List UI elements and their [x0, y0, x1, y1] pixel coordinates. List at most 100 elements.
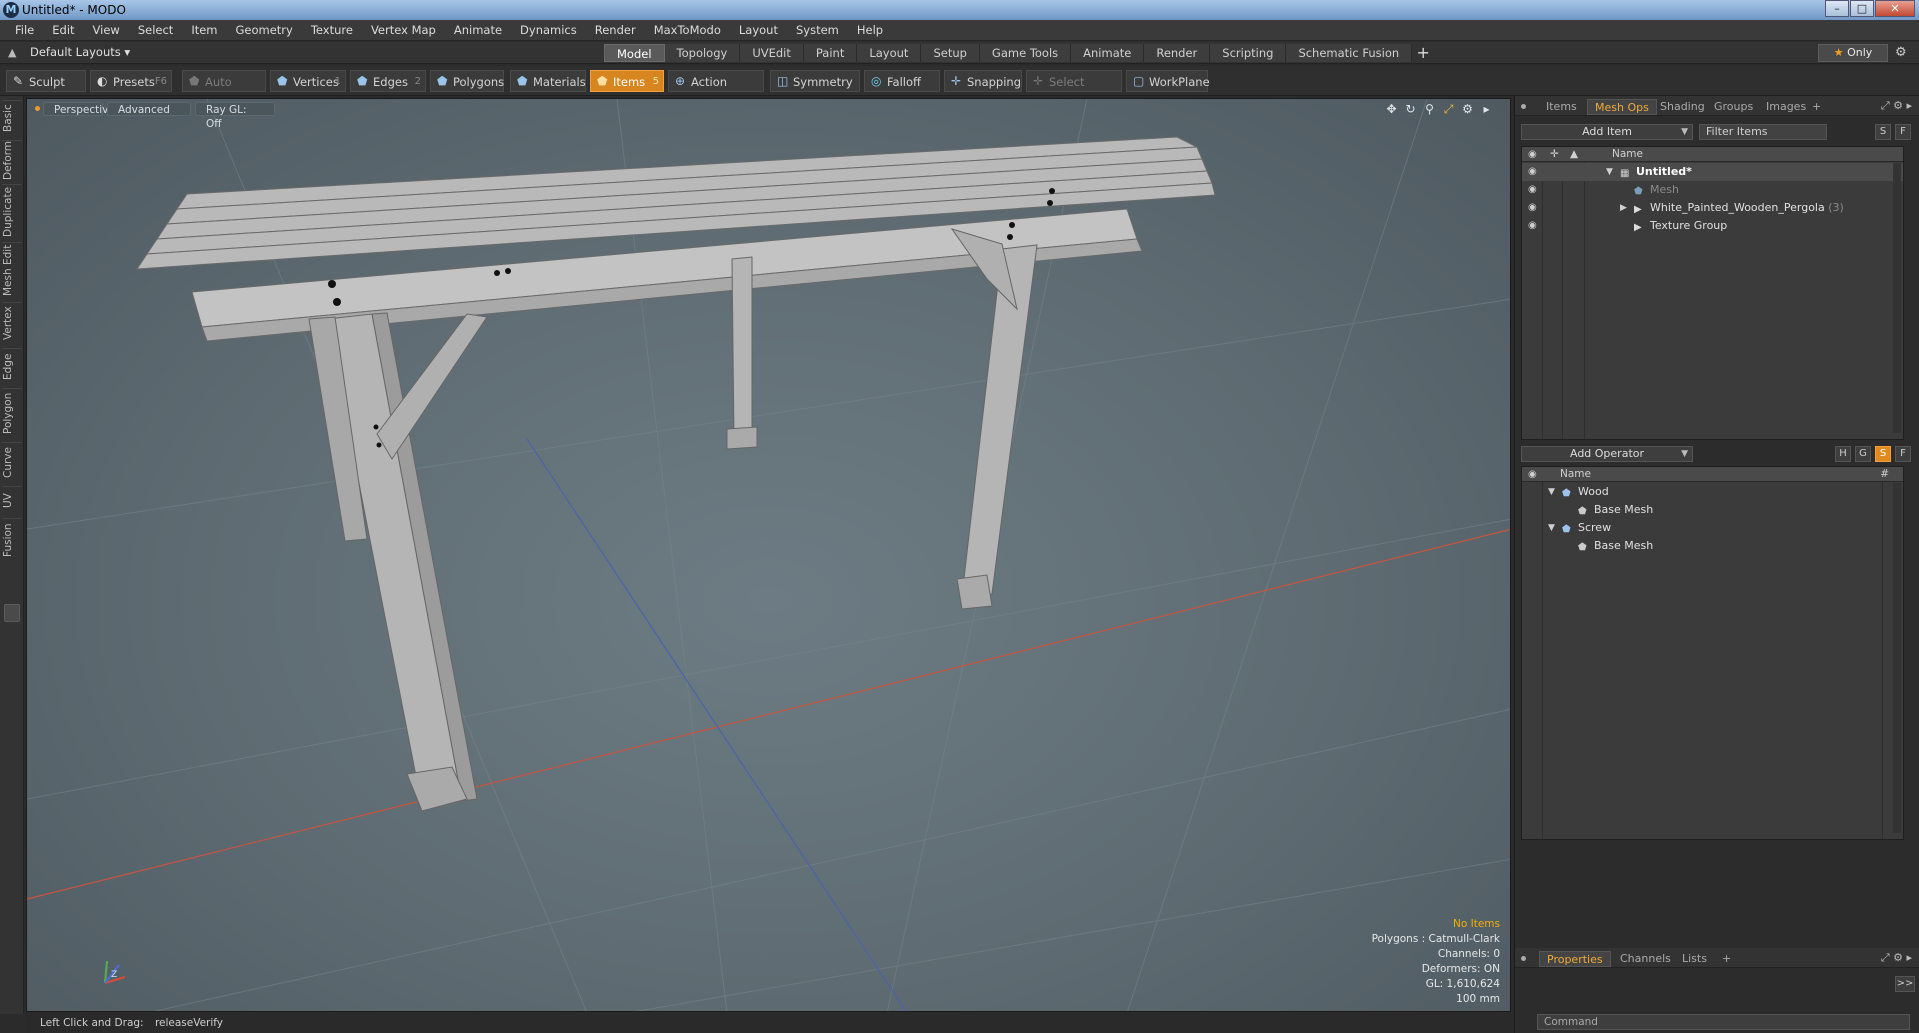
add-item-button[interactable]: Add Item ▼: [1521, 124, 1693, 140]
tab-animate[interactable]: Animate: [1071, 44, 1145, 62]
viewport-expand-icon[interactable]: ▸: [1477, 102, 1496, 116]
menu-maxtomodo[interactable]: MaxToModo: [645, 23, 730, 37]
auto-select-button[interactable]: ⬟ Auto Select: [182, 70, 266, 111]
tab-duplicate[interactable]: Duplicate: [2, 184, 22, 238]
add-panel-tab[interactable]: +: [1805, 99, 1828, 115]
command-input[interactable]: Command: [1537, 1014, 1910, 1030]
toolbox-toggle-button[interactable]: [4, 604, 20, 622]
menu-texture[interactable]: Texture: [302, 23, 362, 37]
add-tab-button[interactable]: +: [1412, 44, 1434, 62]
menu-render[interactable]: Render: [586, 23, 645, 37]
operator-wood-base-mesh[interactable]: ⬟ Base Mesh: [1522, 501, 1903, 519]
sculpt-button[interactable]: ✎ Sculpt: [6, 70, 86, 92]
snapping-button[interactable]: ✛ Snapping: [944, 70, 1022, 92]
only-button[interactable]: ★ Only: [1818, 44, 1888, 62]
collapse-triangle-icon[interactable]: ▶: [1620, 199, 1627, 217]
tab-curve[interactable]: Curve: [2, 442, 22, 482]
menu-item[interactable]: Item: [182, 23, 226, 37]
polygons-button[interactable]: ⬟ Polygons: [430, 70, 504, 92]
tab-basic[interactable]: Basic: [2, 100, 22, 136]
viewport-menu-dot[interactable]: [35, 106, 40, 111]
materials-button[interactable]: ⬟ Materials: [510, 70, 586, 92]
tab-layout[interactable]: Layout: [857, 44, 922, 62]
maximize-button[interactable]: □: [1850, 0, 1874, 17]
zoom-icon[interactable]: ⚲: [1420, 102, 1439, 116]
tab-properties[interactable]: Properties: [1539, 951, 1611, 967]
raygl-dropdown[interactable]: Ray GL: Off: [195, 102, 275, 130]
eye-icon[interactable]: ◉: [1528, 166, 1539, 177]
tab-paint[interactable]: Paint: [803, 44, 858, 62]
tab-items[interactable]: Items: [1539, 99, 1584, 115]
vertices-button[interactable]: ⬟ Vertices 1: [270, 70, 346, 92]
tab-polygon[interactable]: Polygon: [2, 388, 22, 438]
s-filter-button[interactable]: S: [1875, 124, 1891, 140]
s-button[interactable]: S: [1875, 446, 1891, 462]
tab-mesh-edit[interactable]: Mesh Edit: [2, 242, 22, 298]
symmetry-button[interactable]: ◫ Symmetry: [770, 70, 860, 92]
menu-geometry[interactable]: Geometry: [227, 23, 302, 37]
panel-menu-dot[interactable]: [1521, 104, 1526, 109]
perspective-dropdown[interactable]: Perspective: [43, 102, 115, 116]
menu-select[interactable]: Select: [129, 23, 182, 37]
edges-button[interactable]: ⬟ Edges 2: [350, 70, 426, 92]
f-filter-button[interactable]: F: [1895, 124, 1911, 140]
expand-triangle-icon[interactable]: ▼: [1606, 163, 1613, 181]
tab-uvedit[interactable]: UVEdit: [740, 44, 804, 62]
gear-icon[interactable]: ⚙: [1895, 45, 1907, 60]
h-button[interactable]: H: [1835, 446, 1851, 462]
tab-lists[interactable]: Lists: [1675, 951, 1714, 967]
tab-deform[interactable]: Deform: [2, 140, 22, 180]
f-button[interactable]: F: [1895, 446, 1911, 462]
menu-vertex-map[interactable]: Vertex Map: [362, 23, 445, 37]
tab-vertex[interactable]: Vertex: [2, 302, 22, 344]
pan-icon[interactable]: ✥: [1382, 102, 1401, 116]
tab-game-tools[interactable]: Game Tools: [979, 44, 1072, 62]
rotate-icon[interactable]: ↻: [1401, 102, 1420, 116]
fit-view-icon[interactable]: ⤢: [1439, 102, 1458, 116]
tab-channels[interactable]: Channels: [1613, 951, 1678, 967]
tree-item-pergola[interactable]: ◉ ▶ ▶ White_Painted_Wooden_Pergola (3): [1522, 199, 1903, 217]
viewport-settings-icon[interactable]: ⚙: [1458, 102, 1477, 116]
tab-shading[interactable]: Shading: [1653, 99, 1712, 115]
filter-items-input[interactable]: Filter Items: [1699, 124, 1827, 140]
panel-menu-dot[interactable]: [1521, 956, 1526, 961]
minimize-button[interactable]: –: [1825, 0, 1849, 17]
g-button[interactable]: G: [1855, 446, 1871, 462]
action-center-button[interactable]: ⊕ Action Center: [668, 70, 764, 111]
3d-viewport[interactable]: Perspective Advanced Ray GL: Off ✥ ↻ ⚲ ⤢…: [26, 98, 1511, 1012]
expand-properties-button[interactable]: >>: [1895, 976, 1915, 992]
tab-groups[interactable]: Groups: [1707, 99, 1760, 115]
menu-system[interactable]: System: [787, 23, 848, 37]
shading-mode-dropdown[interactable]: Advanced: [107, 102, 191, 116]
tab-topology[interactable]: Topology: [664, 44, 741, 62]
tree-item-texture-group[interactable]: ◉ ▶ Texture Group: [1522, 217, 1903, 235]
presets-button[interactable]: ◐ Presets F6: [90, 70, 172, 92]
select-through-button[interactable]: ✛ Select Through: [1026, 70, 1122, 111]
tab-uv[interactable]: UV: [2, 486, 22, 514]
add-operator-button[interactable]: Add Operator ▼: [1521, 446, 1693, 462]
close-button[interactable]: ✕: [1875, 0, 1915, 17]
add-properties-tab[interactable]: +: [1715, 951, 1738, 967]
falloff-button[interactable]: ◎ Falloff: [864, 70, 940, 92]
tab-setup[interactable]: Setup: [921, 44, 980, 62]
item-list-scrollbar[interactable]: [1893, 163, 1901, 433]
operator-screw[interactable]: ▼ ⬟ Screw: [1522, 519, 1903, 537]
tab-model[interactable]: Model: [604, 44, 665, 62]
menu-dynamics[interactable]: Dynamics: [511, 23, 586, 37]
tab-scripting[interactable]: Scripting: [1210, 44, 1287, 62]
tab-schematic-fusion[interactable]: Schematic Fusion: [1286, 44, 1413, 62]
menu-help[interactable]: Help: [848, 23, 892, 37]
panel-expand-icon[interactable]: ⤢ ⚙ ▸: [1881, 99, 1912, 113]
menu-animate[interactable]: Animate: [445, 23, 511, 37]
operator-wood[interactable]: ▼ ⬟ Wood: [1522, 483, 1903, 501]
default-layouts-dropdown[interactable]: Default Layouts ▾: [30, 45, 130, 59]
menu-layout[interactable]: Layout: [730, 23, 787, 37]
eye-icon[interactable]: ◉: [1528, 220, 1539, 231]
layout-menu-icon[interactable]: ▲: [8, 46, 20, 59]
workplane-button[interactable]: ▢ WorkPlane: [1126, 70, 1210, 92]
tree-item-mesh[interactable]: ◉ ⬟ Mesh: [1522, 181, 1903, 199]
eye-icon[interactable]: ◉: [1528, 184, 1539, 195]
eye-icon[interactable]: ◉: [1528, 202, 1539, 213]
items-button[interactable]: ⬟ Items 5: [590, 70, 664, 92]
tab-fusion[interactable]: Fusion: [2, 518, 22, 562]
